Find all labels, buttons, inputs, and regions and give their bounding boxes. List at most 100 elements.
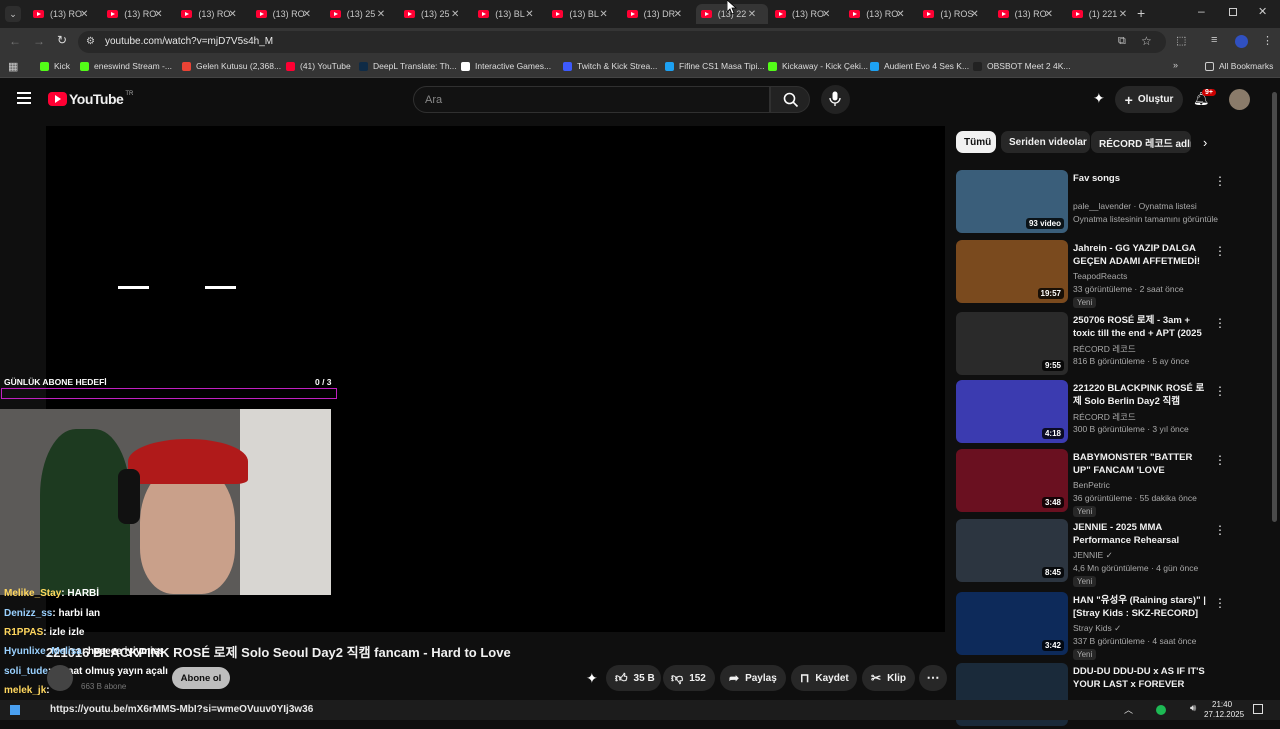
apps-grid-icon[interactable]: ▦ xyxy=(8,60,18,73)
browser-tab[interactable]: (1) ROS ✕ xyxy=(918,4,990,24)
recommendation-title[interactable]: Fav songs xyxy=(1073,172,1208,185)
tab-close-icon[interactable]: ✕ xyxy=(599,9,607,20)
tab-close-icon[interactable]: ✕ xyxy=(896,9,904,20)
search-input[interactable]: Ara xyxy=(413,86,770,113)
volume-icon[interactable]: 🔊︎ xyxy=(1190,703,1196,714)
video-thumbnail[interactable]: 19:57 xyxy=(956,240,1068,303)
channel-name[interactable]: RÉCORD 레코드 xyxy=(1073,411,1136,423)
tab-search-icon[interactable]: ⌄ xyxy=(5,6,21,22)
recommendation-title[interactable]: DDU-DU DDU-DU x AS IF IT'S YOUR LAST x F… xyxy=(1073,665,1208,691)
search-button[interactable] xyxy=(770,86,810,113)
browser-tab[interactable]: (1) 221 ✕ xyxy=(1067,4,1139,24)
hamburger-menu-icon[interactable] xyxy=(17,92,31,104)
bookmark-item[interactable]: Twitch & Kick Strea... xyxy=(563,61,657,71)
more-vert-icon[interactable]: ⋮ xyxy=(1214,453,1226,467)
url-text[interactable]: youtube.com/watch?v=mjD7V5s4h_M xyxy=(105,36,273,47)
recommendation-item[interactable]: 3:42 HAN "유성우 (Raining stars)" | [Stray K… xyxy=(956,592,1226,660)
bookmark-item[interactable]: (41) YouTube xyxy=(286,61,351,71)
recommendation-title[interactable]: BABYMONSTER "BATTER UP" FANCAM 'LOVE MON… xyxy=(1073,451,1208,477)
channel-name[interactable]: pale__lavender · Oynatma listesi xyxy=(1073,201,1197,211)
recommendation-title[interactable]: 221220 BLACKPINK ROSÉ 로제 Solo Berlin Day… xyxy=(1073,382,1208,408)
filter-chip[interactable]: Seriden videolar xyxy=(1001,131,1090,153)
chrome-menu-icon[interactable]: ⋮ xyxy=(1262,34,1273,47)
reload-icon[interactable]: ↻ xyxy=(57,33,67,47)
tray-chevron-icon[interactable]: ︿ xyxy=(1124,703,1133,716)
channel-name[interactable]: BenPetric xyxy=(1073,480,1110,490)
recommendation-title[interactable]: JENNIE - 2025 MMA Performance Rehearsal xyxy=(1073,521,1208,547)
all-bookmarks[interactable]: All Bookmarks xyxy=(1205,61,1273,71)
start-icon[interactable] xyxy=(10,705,20,715)
more-actions-button[interactable]: ⋯ xyxy=(919,665,947,691)
bookmark-item[interactable]: OBSBOT Meet 2 4K... xyxy=(973,61,1070,71)
browser-tab[interactable]: (13) BL ✕ xyxy=(547,4,619,24)
bookmark-item[interactable]: Fifine CS1 Masa Tipi... xyxy=(665,61,765,71)
bookmarks-overflow-icon[interactable]: » xyxy=(1173,60,1178,70)
tab-close-icon[interactable]: ✕ xyxy=(970,9,978,20)
new-tab-button[interactable]: + xyxy=(1137,5,1145,21)
browser-tab[interactable]: (13) RO ✕ xyxy=(844,4,916,24)
tab-close-icon[interactable]: ✕ xyxy=(451,9,459,20)
browser-tab[interactable]: (13) RO ✕ xyxy=(102,4,174,24)
minimize-button[interactable]: – xyxy=(1198,4,1205,18)
create-button[interactable]: + Oluştur xyxy=(1115,86,1183,113)
profile-avatar[interactable] xyxy=(1235,35,1248,48)
save-button[interactable]: ⊓ Kaydet xyxy=(791,665,857,691)
like-button[interactable]: 👍︎ 35 B xyxy=(606,665,661,691)
extensions-icon[interactable]: ⬚ xyxy=(1176,34,1186,47)
tab-close-icon[interactable]: ✕ xyxy=(154,9,162,20)
bookmark-item[interactable]: DeepL Translate: Th... xyxy=(359,61,457,71)
cast-icon[interactable]: ⧉ xyxy=(1118,35,1126,48)
youtube-logo[interactable]: YouTube TR xyxy=(48,91,133,107)
recommendation-title[interactable]: 250706 ROSÉ 로제 - 3am + toxic till the en… xyxy=(1073,314,1208,340)
recommendation-item[interactable]: 93 video Fav songs pale__lavender · Oynatm… xyxy=(956,170,1226,236)
more-vert-icon[interactable]: ⋮ xyxy=(1214,523,1226,537)
spotify-tray-icon[interactable] xyxy=(1156,705,1166,715)
more-vert-icon[interactable]: ⋮ xyxy=(1214,596,1226,610)
tab-close-icon[interactable]: ✕ xyxy=(525,9,533,20)
voice-search-button[interactable] xyxy=(821,85,850,114)
subscribe-button[interactable]: Abone ol xyxy=(172,667,230,689)
browser-tab[interactable]: (13) RO ✕ xyxy=(993,4,1065,24)
media-icon[interactable]: ≡ xyxy=(1211,34,1217,46)
more-vert-icon[interactable]: ⋮ xyxy=(1214,384,1226,398)
address-bar[interactable]: ⚙ youtube.com/watch?v=mjD7V5s4h_M ⧉ ☆ xyxy=(78,31,1166,53)
bookmark-item[interactable]: Kick xyxy=(40,61,70,71)
video-thumbnail[interactable]: 3:48 xyxy=(956,449,1068,512)
tab-close-icon[interactable]: ✕ xyxy=(674,9,682,20)
browser-tab[interactable]: (13) 25 ✕ xyxy=(399,4,471,24)
more-vert-icon[interactable]: ⋮ xyxy=(1214,316,1226,330)
browser-tab[interactable]: (13) RO ✕ xyxy=(251,4,323,24)
video-thumbnail[interactable]: 9:55 xyxy=(956,312,1068,375)
more-vert-icon[interactable]: ⋮ xyxy=(1214,244,1226,258)
gemini-sparkle-icon[interactable]: ✦ xyxy=(1093,90,1105,107)
filter-chip[interactable]: Tümü xyxy=(956,131,996,153)
recommendation-title[interactable]: Jahrein - GG YAZIP DALGA GEÇEN ADAMI AFF… xyxy=(1073,242,1208,268)
tab-close-icon[interactable]: ✕ xyxy=(80,9,88,20)
tab-close-icon[interactable]: ✕ xyxy=(822,9,830,20)
video-thumbnail[interactable]: 3:42 xyxy=(956,592,1068,655)
account-avatar[interactable] xyxy=(1229,89,1250,110)
notification-center-icon[interactable] xyxy=(1253,704,1263,714)
clip-button[interactable]: ✂ Klip xyxy=(862,665,915,691)
browser-tab[interactable]: (13) RO ✕ xyxy=(28,4,100,24)
recommendation-item[interactable]: 19:57 Jahrein - GG YAZIP DALGA GEÇEN ADAM… xyxy=(956,240,1226,308)
close-window-button[interactable]: ✕ xyxy=(1258,5,1267,18)
bookmark-star-icon[interactable]: ☆ xyxy=(1141,34,1152,48)
channel-name[interactable]: JENNIE ✓ xyxy=(1073,550,1113,561)
tab-close-icon[interactable]: ✕ xyxy=(228,9,236,20)
page-scrollbar[interactable] xyxy=(1272,92,1277,522)
dislike-button[interactable]: 👎︎ 152 xyxy=(663,665,715,691)
channel-name[interactable]: TeapodReacts xyxy=(1073,271,1127,281)
browser-tab[interactable]: (13) BL ✕ xyxy=(473,4,545,24)
share-button[interactable]: ➦ Paylaş xyxy=(720,665,786,691)
tab-close-icon[interactable]: ✕ xyxy=(377,9,385,20)
bookmark-item[interactable]: eneswind Stream -... xyxy=(80,61,172,71)
back-icon[interactable]: ← xyxy=(9,34,21,48)
chips-next-icon[interactable]: › xyxy=(1203,135,1207,150)
bookmark-item[interactable]: Audient Evo 4 Ses K... xyxy=(870,61,969,71)
tab-close-icon[interactable]: ✕ xyxy=(1045,9,1053,20)
tab-close-icon[interactable]: ✕ xyxy=(1119,9,1127,20)
video-thumbnail[interactable]: 8:45 xyxy=(956,519,1068,582)
browser-tab[interactable]: (13) RO ✕ xyxy=(176,4,248,24)
forward-icon[interactable]: → xyxy=(33,34,45,48)
